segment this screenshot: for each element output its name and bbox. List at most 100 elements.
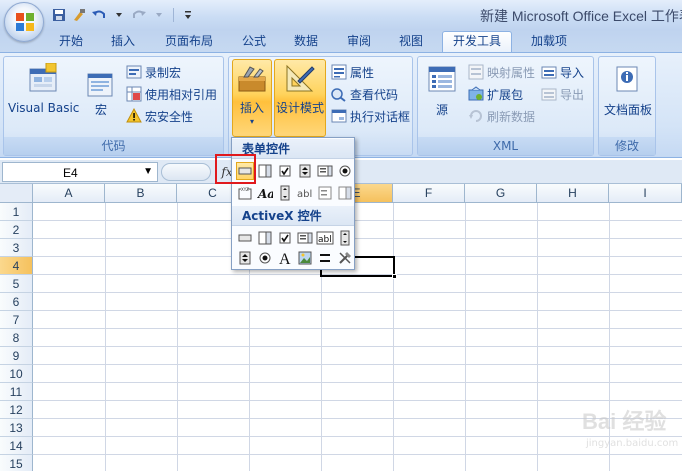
column-header-g[interactable]: G bbox=[465, 184, 537, 203]
xml-source-button[interactable]: 源 bbox=[422, 61, 462, 117]
activex-combo-box-icon[interactable] bbox=[256, 229, 274, 247]
separator bbox=[173, 8, 174, 22]
svg-text:abl: abl bbox=[297, 189, 312, 200]
option-button-control-icon[interactable] bbox=[336, 162, 354, 180]
grid-line bbox=[537, 203, 538, 471]
column-header-f[interactable]: F bbox=[393, 184, 465, 203]
format-painter-icon[interactable] bbox=[70, 7, 88, 23]
label-control-icon[interactable]: Aa bbox=[256, 184, 274, 202]
row-header[interactable]: 11 bbox=[0, 383, 33, 401]
combo-dropdown-edit-control-icon[interactable] bbox=[336, 184, 354, 202]
fill-handle[interactable] bbox=[392, 274, 397, 279]
macro-security-button[interactable]: 宏安全性 bbox=[126, 106, 193, 126]
activex-image-icon[interactable] bbox=[296, 249, 314, 267]
design-mode-button[interactable]: 设计模式 bbox=[274, 59, 326, 137]
use-relative-references-button[interactable]: 使用相对引用 bbox=[126, 84, 217, 104]
activex-command-button-icon[interactable] bbox=[236, 229, 254, 247]
chevron-down-icon[interactable] bbox=[110, 7, 128, 23]
run-dialog-button[interactable]: 执行对话框 bbox=[331, 106, 410, 126]
expansion-pack-button[interactable]: 扩展包 bbox=[468, 84, 523, 104]
column-header-b[interactable]: B bbox=[105, 184, 177, 203]
list-box-control-icon[interactable] bbox=[316, 162, 334, 180]
row-header[interactable]: 6 bbox=[0, 293, 33, 311]
properties-icon bbox=[331, 64, 347, 80]
group-label-xml: XML bbox=[418, 137, 593, 155]
customize-toolbar-icon[interactable] bbox=[179, 7, 197, 23]
activex-option-button-icon[interactable] bbox=[256, 249, 274, 267]
grid-line bbox=[177, 203, 178, 471]
quick-access-toolbar bbox=[50, 6, 197, 24]
tab-home[interactable]: 开始 bbox=[54, 32, 88, 52]
spin-button-control-icon[interactable] bbox=[296, 162, 314, 180]
checkbox-control-icon[interactable] bbox=[276, 162, 294, 180]
properties-button[interactable]: 属性 bbox=[331, 62, 374, 82]
column-header-i[interactable]: I bbox=[609, 184, 682, 203]
row-header[interactable]: 15 bbox=[0, 455, 33, 471]
tab-review[interactable]: 审阅 bbox=[342, 32, 376, 52]
column-header-a[interactable]: A bbox=[33, 184, 105, 203]
import-button[interactable]: 导入 bbox=[541, 62, 584, 82]
macro-button[interactable]: 宏 bbox=[84, 61, 118, 117]
row-header[interactable]: 5 bbox=[0, 275, 33, 293]
xml-source-icon bbox=[428, 66, 456, 92]
combo-box-control-icon[interactable] bbox=[256, 162, 274, 180]
relative-reference-icon bbox=[126, 86, 142, 102]
visual-basic-button[interactable]: Visual Basic bbox=[8, 61, 79, 117]
activex-spin-button-icon[interactable] bbox=[236, 249, 254, 267]
grid-line bbox=[465, 203, 466, 471]
view-code-button[interactable]: 查看代码 bbox=[331, 84, 398, 104]
activex-list-box-icon[interactable] bbox=[296, 229, 314, 247]
row-header[interactable]: 12 bbox=[0, 401, 33, 419]
text-field-control-icon[interactable]: abl bbox=[296, 184, 314, 202]
row-header-selected[interactable]: 4 bbox=[0, 257, 33, 275]
row-header[interactable]: 13 bbox=[0, 419, 33, 437]
grid-line bbox=[33, 238, 682, 239]
svg-text:XYZ: XYZ bbox=[241, 187, 249, 192]
office-button[interactable] bbox=[4, 2, 44, 42]
activex-checkbox-icon[interactable] bbox=[276, 229, 294, 247]
map-properties-button[interactable]: 映射属性 bbox=[468, 62, 535, 82]
tab-view[interactable]: 视图 bbox=[394, 32, 428, 52]
chevron-down-icon[interactable] bbox=[150, 7, 168, 23]
run-dialog-icon bbox=[331, 109, 347, 123]
formula-bar-resize-handle[interactable] bbox=[161, 163, 211, 181]
row-header[interactable]: 7 bbox=[0, 311, 33, 329]
tab-addins[interactable]: 加载项 bbox=[526, 32, 572, 52]
redo-icon[interactable] bbox=[130, 7, 148, 23]
tab-page-layout[interactable]: 页面布局 bbox=[160, 32, 218, 52]
tab-insert[interactable]: 插入 bbox=[106, 32, 140, 52]
more-controls-icon[interactable] bbox=[336, 249, 354, 267]
tab-formulas[interactable]: 公式 bbox=[237, 32, 271, 52]
row-header[interactable]: 14 bbox=[0, 437, 33, 455]
export-button[interactable]: 导出 bbox=[541, 84, 584, 104]
column-header-h[interactable]: H bbox=[537, 184, 609, 203]
tab-developer[interactable]: 开发工具 bbox=[442, 31, 512, 53]
refresh-data-button[interactable]: 刷新数据 bbox=[468, 106, 535, 126]
row-header[interactable]: 2 bbox=[0, 221, 33, 239]
scroll-bar-control-icon[interactable] bbox=[276, 184, 294, 202]
insert-control-button[interactable]: 插入 ▾ bbox=[232, 59, 272, 137]
activex-toggle-button-icon[interactable] bbox=[316, 249, 334, 267]
group-code: Visual Basic 宏 录制宏 使用相对引用 宏安全性 代码 bbox=[3, 56, 224, 156]
row-header[interactable]: 3 bbox=[0, 239, 33, 257]
grid-line bbox=[105, 203, 106, 471]
chevron-down-icon[interactable]: ▼ bbox=[143, 166, 153, 177]
row-header[interactable]: 9 bbox=[0, 347, 33, 365]
combo-list-edit-control-icon[interactable] bbox=[316, 184, 334, 202]
save-icon[interactable] bbox=[50, 7, 68, 23]
activex-label-icon[interactable]: A bbox=[276, 249, 294, 267]
record-macro-button[interactable]: 录制宏 bbox=[126, 62, 181, 82]
row-header[interactable]: 1 bbox=[0, 203, 33, 221]
warning-icon bbox=[126, 108, 142, 123]
tab-data[interactable]: 数据 bbox=[289, 32, 323, 52]
group-box-control-icon[interactable]: XYZ bbox=[236, 184, 254, 202]
row-header[interactable]: 10 bbox=[0, 365, 33, 383]
activex-scroll-bar-icon[interactable] bbox=[336, 229, 354, 247]
activex-text-box-icon[interactable]: abl bbox=[316, 229, 334, 247]
document-panel-button[interactable]: 文档面板 bbox=[601, 61, 655, 117]
row-header[interactable]: 8 bbox=[0, 329, 33, 347]
select-all-corner[interactable] bbox=[0, 184, 33, 203]
undo-icon[interactable] bbox=[90, 7, 108, 23]
name-box[interactable]: E4 ▼ bbox=[2, 162, 158, 182]
visual-basic-icon bbox=[29, 63, 57, 92]
